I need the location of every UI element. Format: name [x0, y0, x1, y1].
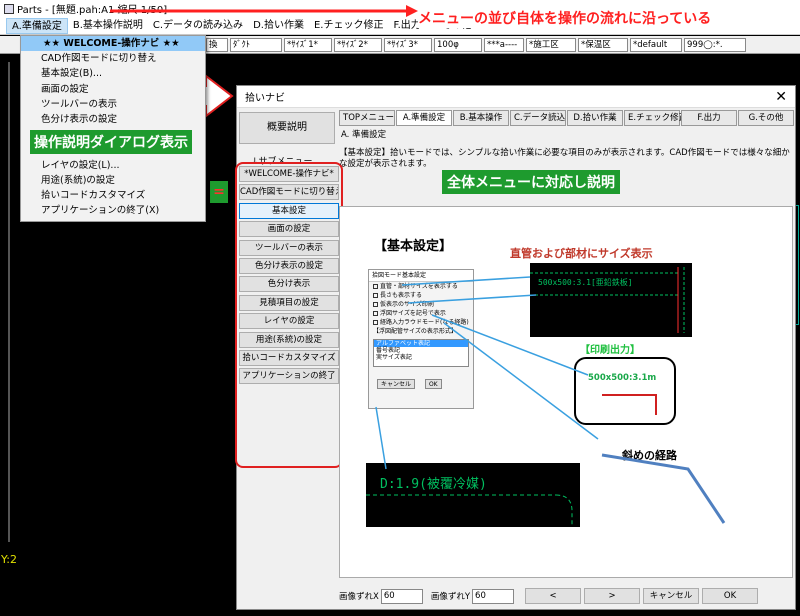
dd-screen-settings[interactable]: 画面の設定: [21, 82, 205, 97]
dialog-bottom-bar: 画像ずれX 60 画像ずれY 60 < > キャンセル OK: [339, 586, 793, 606]
toolbar-combo[interactable]: *ｻｲｽﾞ1*: [284, 37, 332, 52]
tab-other[interactable]: G.その他: [738, 110, 794, 126]
offset-x-input[interactable]: 60: [380, 588, 423, 604]
sub-toolbar-display[interactable]: ツールバーの表示: [239, 239, 339, 256]
dialog-titlebar: 拾いナビ ✕: [237, 86, 795, 108]
sub-screen-settings[interactable]: 画面の設定: [239, 221, 339, 238]
dd-usage-settings[interactable]: 用途(系統)の設定: [21, 173, 205, 188]
sub-usage-settings[interactable]: 用途(系統)の設定: [239, 331, 339, 348]
submenu-list: *WELCOME-操作ナビ* CAD作図モードに切り替え 基本設定 画面の設定 …: [239, 166, 339, 387]
dd-cad-mode[interactable]: CAD作図モードに切り替え: [21, 51, 205, 66]
tab-prep[interactable]: A.準備設定: [396, 110, 452, 126]
toolbar-combo[interactable]: *施工区: [526, 37, 576, 52]
pointer-lines: [375, 276, 726, 524]
sub-color-display[interactable]: 色分け表示: [239, 276, 339, 293]
menu-pickup[interactable]: D.拾い作業: [248, 18, 309, 34]
toolbar-combo[interactable]: 100φ: [434, 37, 482, 52]
dialog-title: 拾いナビ: [245, 93, 285, 104]
prev-button[interactable]: <: [525, 588, 582, 604]
sub-color-settings[interactable]: 色分け表示の設定: [239, 257, 339, 274]
offset-y-label: 画像ずれY: [430, 592, 471, 602]
canvas-ruler: [8, 62, 10, 542]
sub-welcome[interactable]: *WELCOME-操作ナビ*: [239, 166, 339, 182]
dd-toolbar-display[interactable]: ツールバーの表示: [21, 97, 205, 112]
dd-color-settings[interactable]: 色分け表示の設定: [21, 112, 205, 127]
toolbar-combo[interactable]: *保温区: [578, 37, 628, 52]
illustration-panel: 【基本設定】 拾図モード基本設定 直管・部材サイズを表示する 長さも表示する 仮…: [339, 206, 793, 578]
dd-exit[interactable]: アプリケーションの終了(X): [21, 203, 205, 218]
nav-dialog: 拾いナビ ✕ 概要説明 TOPメニュー A.準備設定 B.基本操作 C.データ読…: [235, 85, 796, 610]
toolbar-combo[interactable]: ﾀﾞｸﾄ: [230, 37, 282, 52]
offset-y-input[interactable]: 60: [472, 588, 515, 604]
menu-prep[interactable]: A.準備設定: [6, 17, 68, 34]
tab-check[interactable]: E.チェック修正: [624, 110, 687, 126]
dialog-annotation: 操作説明ダイアログ表示: [30, 130, 192, 154]
dd-basic-settings[interactable]: 基本設定(B)...: [21, 66, 205, 81]
tab-output[interactable]: F.出力: [681, 110, 737, 126]
menu-check[interactable]: E.チェック修正: [309, 18, 389, 34]
toolbar-combo[interactable]: *default: [630, 37, 682, 52]
app-icon: [4, 3, 14, 14]
prep-dropdown-menu: ★★ WELCOME-操作ナビ ★★ CAD作図モードに切り替え 基本設定(B)…: [20, 35, 206, 222]
overview-button[interactable]: 概要説明: [239, 112, 335, 144]
flow-annotation: メニューの並び自体を操作の流れに沿っている: [418, 8, 712, 28]
sub-estimate-items[interactable]: 見積項目の設定: [239, 294, 339, 311]
toolbar-combo[interactable]: *ｻｲｽﾞ2*: [334, 37, 382, 52]
tab-top[interactable]: TOPメニュー: [339, 110, 395, 126]
sub-code-customize[interactable]: 拾いコードカスタマイズ: [239, 349, 339, 366]
tab-bar: TOPメニュー A.準備設定 B.基本操作 C.データ読込 D.拾い作業 E.チ…: [339, 110, 795, 126]
dd-layer-settings[interactable]: レイヤの設定(L)...: [21, 158, 205, 173]
description-text: 【基本設定】拾いモードでは、シンプルな拾い作業に必要な項目のみが表示されます。C…: [339, 148, 790, 169]
description-annotation: 全体メニューに対応し説明: [442, 170, 620, 194]
close-icon[interactable]: ✕: [775, 89, 787, 105]
sub-layer-settings[interactable]: レイヤの設定: [239, 313, 339, 330]
sub-exit[interactable]: アプリケーションの終了: [239, 368, 339, 385]
toolbar-combo[interactable]: 999◯:*.: [684, 37, 746, 52]
cancel-button[interactable]: キャンセル: [643, 588, 700, 604]
offset-x-label: 画像ずれX: [339, 592, 379, 602]
y-marker: Y:2: [1, 553, 17, 566]
menu-basic-ops[interactable]: B.基本操作説明: [68, 18, 148, 34]
equals-annotation: =: [210, 181, 228, 203]
next-button[interactable]: >: [584, 588, 641, 604]
sub-basic-settings[interactable]: 基本設定: [239, 202, 339, 219]
dd-code-customize[interactable]: 拾いコードカスタマイズ: [21, 188, 205, 203]
ok-button[interactable]: OK: [702, 588, 759, 604]
sub-cad-mode[interactable]: CAD作図モードに切り替え: [239, 184, 339, 201]
menu-data-load[interactable]: C.データの読み込み: [148, 18, 248, 34]
tab-basic[interactable]: B.基本操作: [453, 110, 509, 126]
tab-subtitle: A. 準備設定: [341, 130, 387, 140]
toolbar-combo[interactable]: 換: [206, 37, 228, 52]
toolbar-combo[interactable]: *ｻｲｽﾞ3*: [384, 37, 432, 52]
dd-welcome-nav[interactable]: ★★ WELCOME-操作ナビ ★★: [21, 36, 205, 52]
tab-pickup[interactable]: D.拾い作業: [567, 110, 623, 126]
tab-data-load[interactable]: C.データ読込: [510, 110, 566, 126]
red-arrow-annotation: [110, 5, 418, 17]
toolbar-combo[interactable]: ***a----: [484, 37, 524, 52]
